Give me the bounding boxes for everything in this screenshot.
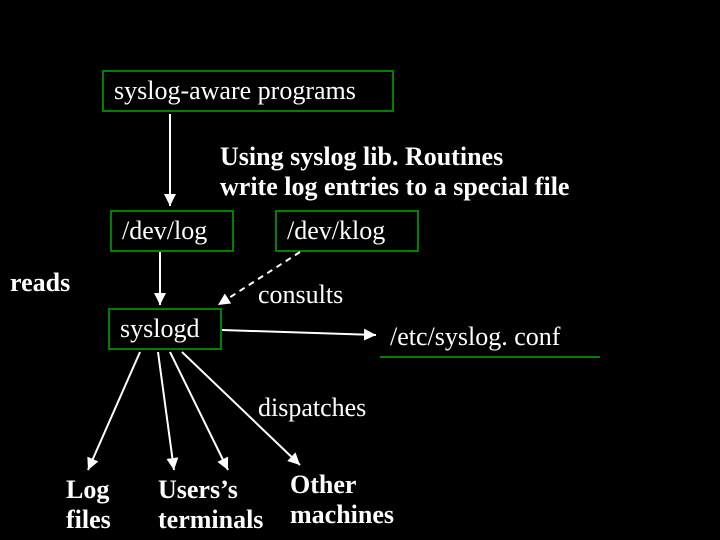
label-log-files-line1: Log — [66, 475, 109, 505]
box-etc-syslog-conf: /etc/syslog. conf — [380, 318, 600, 358]
box-dev-klog: /dev/klog — [275, 210, 419, 252]
box-syslogd: syslogd — [108, 308, 222, 350]
label-dispatches: dispatches — [258, 393, 366, 423]
label-other-machines-line2: machines — [290, 500, 394, 530]
label-other-machines-line1: Other — [290, 470, 356, 500]
label-users-terminals-line2: terminals — [158, 505, 263, 535]
box-dev-log: /dev/log — [110, 210, 234, 252]
arrow-syslogd-to-terminals — [158, 352, 174, 470]
arrow-syslogd-to-logfiles — [88, 352, 140, 470]
label-using-syslog-lib-line2: write log entries to a special file — [220, 172, 569, 202]
label-using-syslog-lib-line1: Using syslog lib. Routines — [220, 142, 503, 172]
label-reads: reads — [10, 268, 70, 298]
label-consults: consults — [258, 280, 343, 310]
arrow-syslogd-to-conf — [222, 330, 376, 335]
arrow-syslogd-fanout-extra — [170, 352, 228, 470]
label-users-terminals-line1: Users’s — [158, 475, 238, 505]
label-log-files-line2: files — [66, 505, 111, 535]
box-syslog-aware-programs: syslog-aware programs — [102, 70, 394, 112]
